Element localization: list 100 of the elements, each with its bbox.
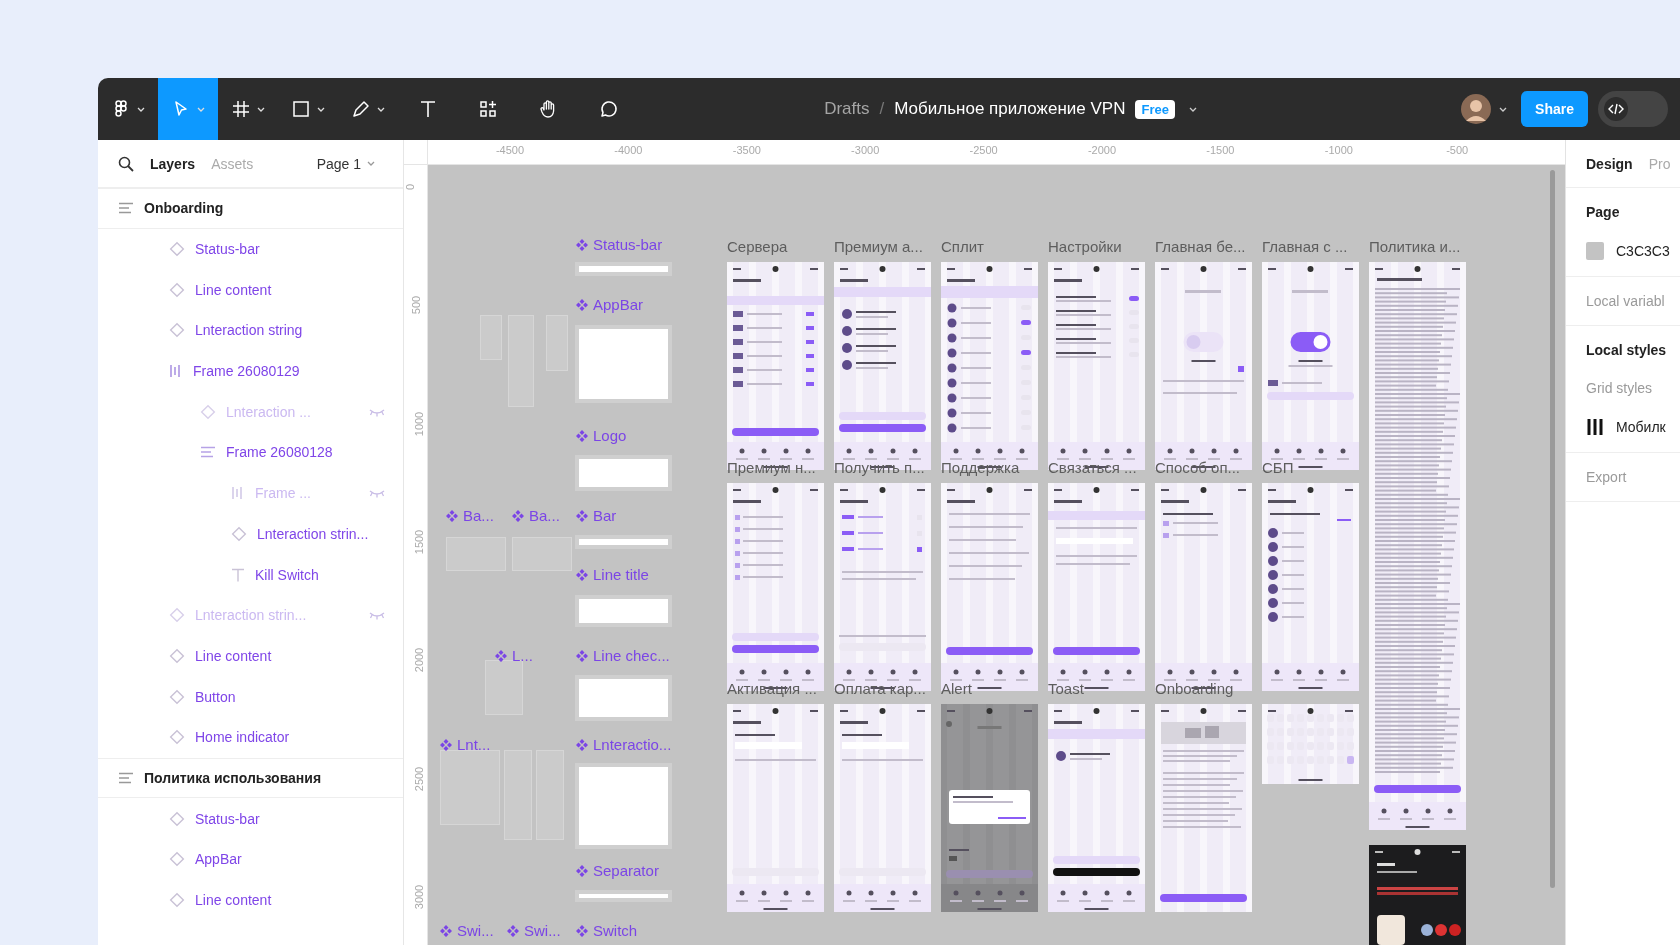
layer-name: Status-bar bbox=[195, 241, 260, 258]
frame-title[interactable]: Премиум н... bbox=[727, 459, 816, 476]
ruler-label: 1500 bbox=[413, 529, 426, 555]
section-heading[interactable]: Local variabl bbox=[1586, 293, 1680, 309]
component-label[interactable]: L... bbox=[495, 647, 533, 664]
layer-name: Kill Switch bbox=[255, 566, 319, 583]
layer-row[interactable]: Lnteraction string bbox=[98, 310, 403, 351]
share-button[interactable]: Share bbox=[1521, 91, 1588, 127]
section-heading: Local styles bbox=[1586, 342, 1668, 358]
frame-title[interactable]: Оплата кар... bbox=[834, 680, 926, 697]
layer-row[interactable]: Button bbox=[98, 676, 403, 717]
square-icon bbox=[291, 99, 311, 119]
frame-title[interactable]: Сплит bbox=[941, 238, 984, 255]
component-label[interactable]: Swi... bbox=[507, 922, 561, 939]
frame-title[interactable]: Способ оп... bbox=[1155, 459, 1241, 476]
color-swatch[interactable] bbox=[1586, 242, 1604, 260]
grid-style-name[interactable]: Мобилк bbox=[1616, 419, 1666, 435]
layer-name: Status-bar bbox=[195, 810, 260, 827]
frame-title[interactable]: Активация ... bbox=[727, 680, 817, 697]
frame-title[interactable]: Onboarding bbox=[1155, 680, 1234, 697]
component-label[interactable]: Bar bbox=[576, 507, 617, 524]
component-icon bbox=[231, 525, 247, 542]
layer-row[interactable]: Onboarding bbox=[98, 188, 403, 229]
folder-link[interactable]: Drafts bbox=[824, 99, 870, 119]
code-icon bbox=[1604, 97, 1628, 121]
component-label[interactable]: Line title bbox=[576, 566, 649, 583]
component-set-icon bbox=[446, 509, 458, 522]
frame-title[interactable]: Главная бе... bbox=[1155, 238, 1246, 255]
component-icon bbox=[169, 647, 185, 664]
layer-row[interactable]: AppBar bbox=[98, 839, 403, 880]
layer-row[interactable]: Line content bbox=[98, 879, 403, 921]
component-label[interactable]: Logo bbox=[576, 427, 627, 444]
scrollbar[interactable] bbox=[1550, 170, 1555, 888]
component-icon bbox=[169, 688, 185, 705]
layer-row[interactable]: Frame 26080128 bbox=[98, 432, 403, 473]
layer-row[interactable]: Status-bar bbox=[98, 798, 403, 839]
panel-tab[interactable]: Design bbox=[1586, 155, 1633, 172]
component-name: Separator bbox=[593, 862, 659, 879]
component-label[interactable]: Status-bar bbox=[576, 236, 663, 253]
ruler-label: 500 bbox=[410, 296, 423, 315]
layer-name: Line content bbox=[195, 892, 272, 909]
layer-row[interactable]: Home indicator bbox=[98, 716, 403, 758]
chevron-down-icon bbox=[137, 106, 145, 112]
text-layer-icon bbox=[231, 567, 245, 582]
search-icon bbox=[118, 155, 134, 172]
component-label[interactable]: Line chec... bbox=[576, 647, 670, 664]
layer-name: Lnteraction strin... bbox=[257, 525, 369, 542]
frame-title[interactable]: Поддержка bbox=[941, 459, 1020, 476]
layer-row[interactable]: Политика использования bbox=[98, 757, 403, 799]
component-label[interactable]: Ba... bbox=[512, 507, 560, 524]
frame-title[interactable]: Сервера bbox=[727, 238, 788, 255]
component-name: Swi... bbox=[524, 922, 561, 939]
page-selector[interactable]: Page 1 bbox=[310, 154, 381, 173]
component-name: Ba... bbox=[529, 507, 560, 524]
frame-title[interactable]: СБП bbox=[1262, 459, 1294, 476]
ruler-label: -2000 bbox=[1087, 144, 1117, 156]
frame-title[interactable]: Toast bbox=[1048, 680, 1084, 697]
layer-name: Frame 26080129 bbox=[193, 363, 300, 380]
component-label[interactable]: Lnteractio... bbox=[576, 736, 672, 753]
component-label[interactable]: Switch bbox=[576, 922, 638, 939]
ruler-label: -4500 bbox=[495, 144, 525, 156]
panel-tab[interactable]: Layers bbox=[150, 153, 196, 174]
layer-name: AppBar bbox=[195, 851, 242, 868]
frame-title[interactable]: Настройки bbox=[1048, 238, 1122, 255]
layer-row[interactable]: Lnteraction strin... bbox=[98, 513, 403, 555]
layer-row[interactable]: Kill Switch bbox=[98, 554, 403, 595]
component-label[interactable]: Separator bbox=[576, 862, 659, 879]
dev-mode-toggle[interactable] bbox=[1598, 91, 1668, 127]
section-heading[interactable]: Export bbox=[1586, 469, 1680, 485]
component-set-icon bbox=[576, 649, 588, 662]
component-label[interactable]: Lnt... bbox=[440, 736, 491, 753]
component-icon bbox=[169, 729, 185, 746]
chevron-down-icon bbox=[257, 106, 265, 112]
layer-row[interactable]: Frame 26080129 bbox=[98, 350, 403, 392]
frame-title[interactable]: Alert bbox=[941, 680, 972, 697]
layer-row[interactable]: Line content bbox=[98, 635, 403, 677]
file-title[interactable]: Мобильное приложение VPN bbox=[894, 99, 1126, 119]
frame-title[interactable]: Политика и... bbox=[1369, 238, 1461, 255]
frame-title[interactable]: Премиум а... bbox=[834, 238, 923, 255]
component-label[interactable]: AppBar bbox=[576, 296, 644, 313]
component-name: AppBar bbox=[593, 296, 644, 313]
frame-title[interactable]: Главная с ... bbox=[1262, 238, 1348, 255]
component-icon bbox=[169, 892, 185, 909]
pen-icon bbox=[351, 99, 371, 119]
frame-title[interactable]: Связаться ... bbox=[1048, 459, 1137, 476]
component-label[interactable]: Ba... bbox=[446, 507, 494, 524]
frame-title[interactable]: Получить п... bbox=[834, 459, 925, 476]
component-name: L... bbox=[512, 647, 533, 664]
ruler-label: 2500 bbox=[413, 766, 426, 791]
layer-row[interactable]: Line content bbox=[98, 269, 403, 311]
component-set-icon bbox=[440, 738, 452, 751]
component-name: Line chec... bbox=[593, 647, 670, 664]
component-name: Line title bbox=[593, 566, 649, 583]
style-group-label: Grid styles bbox=[1586, 380, 1654, 396]
ruler-label: 2000 bbox=[413, 647, 426, 673]
color-value[interactable]: C3C3C3 bbox=[1616, 243, 1670, 259]
component-label[interactable]: Swi... bbox=[440, 922, 494, 939]
component-set-icon bbox=[576, 738, 588, 751]
layer-row[interactable]: Status-bar bbox=[98, 228, 403, 270]
component-icon bbox=[169, 607, 185, 624]
